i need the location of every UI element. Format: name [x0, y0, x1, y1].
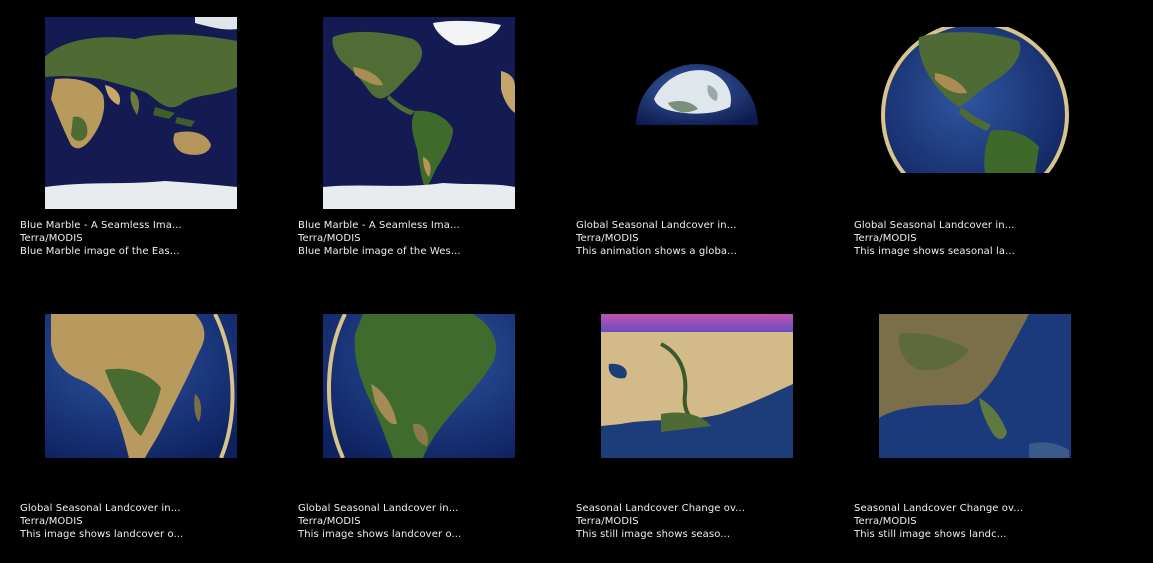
item-title: Global Seasonal Landcover in... — [298, 503, 459, 514]
item-description: This image shows seasonal la... — [854, 246, 1015, 257]
item-title: Seasonal Landcover Change ov... — [854, 503, 1024, 514]
gallery-item[interactable]: Global Seasonal Landcover in... Terra/MO… — [576, 17, 816, 267]
item-title: Global Seasonal Landcover in... — [576, 220, 737, 231]
gallery-item[interactable]: Global Seasonal Landcover in... Terra/MO… — [298, 302, 538, 552]
item-description: This still image shows landc... — [854, 529, 1007, 540]
southeast-us-thumbnail[interactable] — [879, 314, 1071, 458]
south-america-globe-thumbnail[interactable] — [323, 314, 515, 458]
item-caption: Global Seasonal Landcover in... Terra/MO… — [854, 219, 1094, 258]
item-title: Blue Marble - A Seamless Ima... — [20, 220, 182, 231]
africa-globe-thumbnail[interactable] — [45, 314, 237, 458]
gallery-item[interactable]: Blue Marble - A Seamless Ima... Terra/MO… — [20, 17, 260, 267]
item-title: Seasonal Landcover Change ov... — [576, 503, 746, 514]
americas-globe-thumbnail[interactable] — [879, 27, 1071, 173]
western-hemisphere-map-thumbnail[interactable] — [323, 17, 515, 209]
item-title: Global Seasonal Landcover in... — [854, 220, 1015, 231]
item-title: Blue Marble - A Seamless Ima... — [298, 220, 460, 231]
item-instrument: Terra/MODIS — [854, 516, 917, 527]
item-title: Global Seasonal Landcover in... — [20, 503, 181, 514]
gallery-item[interactable]: Global Seasonal Landcover in... Terra/MO… — [20, 302, 260, 552]
item-caption: Global Seasonal Landcover in... Terra/MO… — [20, 502, 260, 541]
item-instrument: Terra/MODIS — [20, 233, 83, 244]
item-description: This image shows landcover o... — [298, 529, 462, 540]
gallery-item[interactable]: Global Seasonal Landcover in... Terra/MO… — [854, 17, 1094, 267]
item-instrument: Terra/MODIS — [576, 233, 639, 244]
item-instrument: Terra/MODIS — [576, 516, 639, 527]
item-instrument: Terra/MODIS — [298, 233, 361, 244]
item-caption: Global Seasonal Landcover in... Terra/MO… — [576, 219, 816, 258]
eastern-hemisphere-map-thumbnail[interactable] — [45, 17, 237, 209]
item-description: Blue Marble image of the Wes... — [298, 246, 461, 257]
item-caption: Seasonal Landcover Change ov... Terra/MO… — [576, 502, 816, 541]
item-caption: Blue Marble - A Seamless Ima... Terra/MO… — [298, 219, 538, 258]
item-caption: Seasonal Landcover Change ov... Terra/MO… — [854, 502, 1094, 541]
item-instrument: Terra/MODIS — [20, 516, 83, 527]
gallery-item[interactable]: Seasonal Landcover Change ov... Terra/MO… — [576, 302, 816, 552]
item-instrument: Terra/MODIS — [298, 516, 361, 527]
item-caption: Global Seasonal Landcover in... Terra/MO… — [298, 502, 538, 541]
nile-valley-oblique-thumbnail[interactable] — [601, 314, 793, 458]
item-caption: Blue Marble - A Seamless Ima... Terra/MO… — [20, 219, 260, 258]
item-description: This animation shows a globa... — [576, 246, 737, 257]
arctic-globe-thumbnail[interactable] — [634, 55, 760, 125]
gallery-item[interactable]: Blue Marble - A Seamless Ima... Terra/MO… — [298, 17, 538, 267]
item-instrument: Terra/MODIS — [854, 233, 917, 244]
gallery-item[interactable]: Seasonal Landcover Change ov... Terra/MO… — [854, 302, 1094, 552]
item-description: This image shows landcover o... — [20, 529, 184, 540]
item-description: This still image shows seaso... — [576, 529, 731, 540]
item-description: Blue Marble image of the Eas... — [20, 246, 180, 257]
